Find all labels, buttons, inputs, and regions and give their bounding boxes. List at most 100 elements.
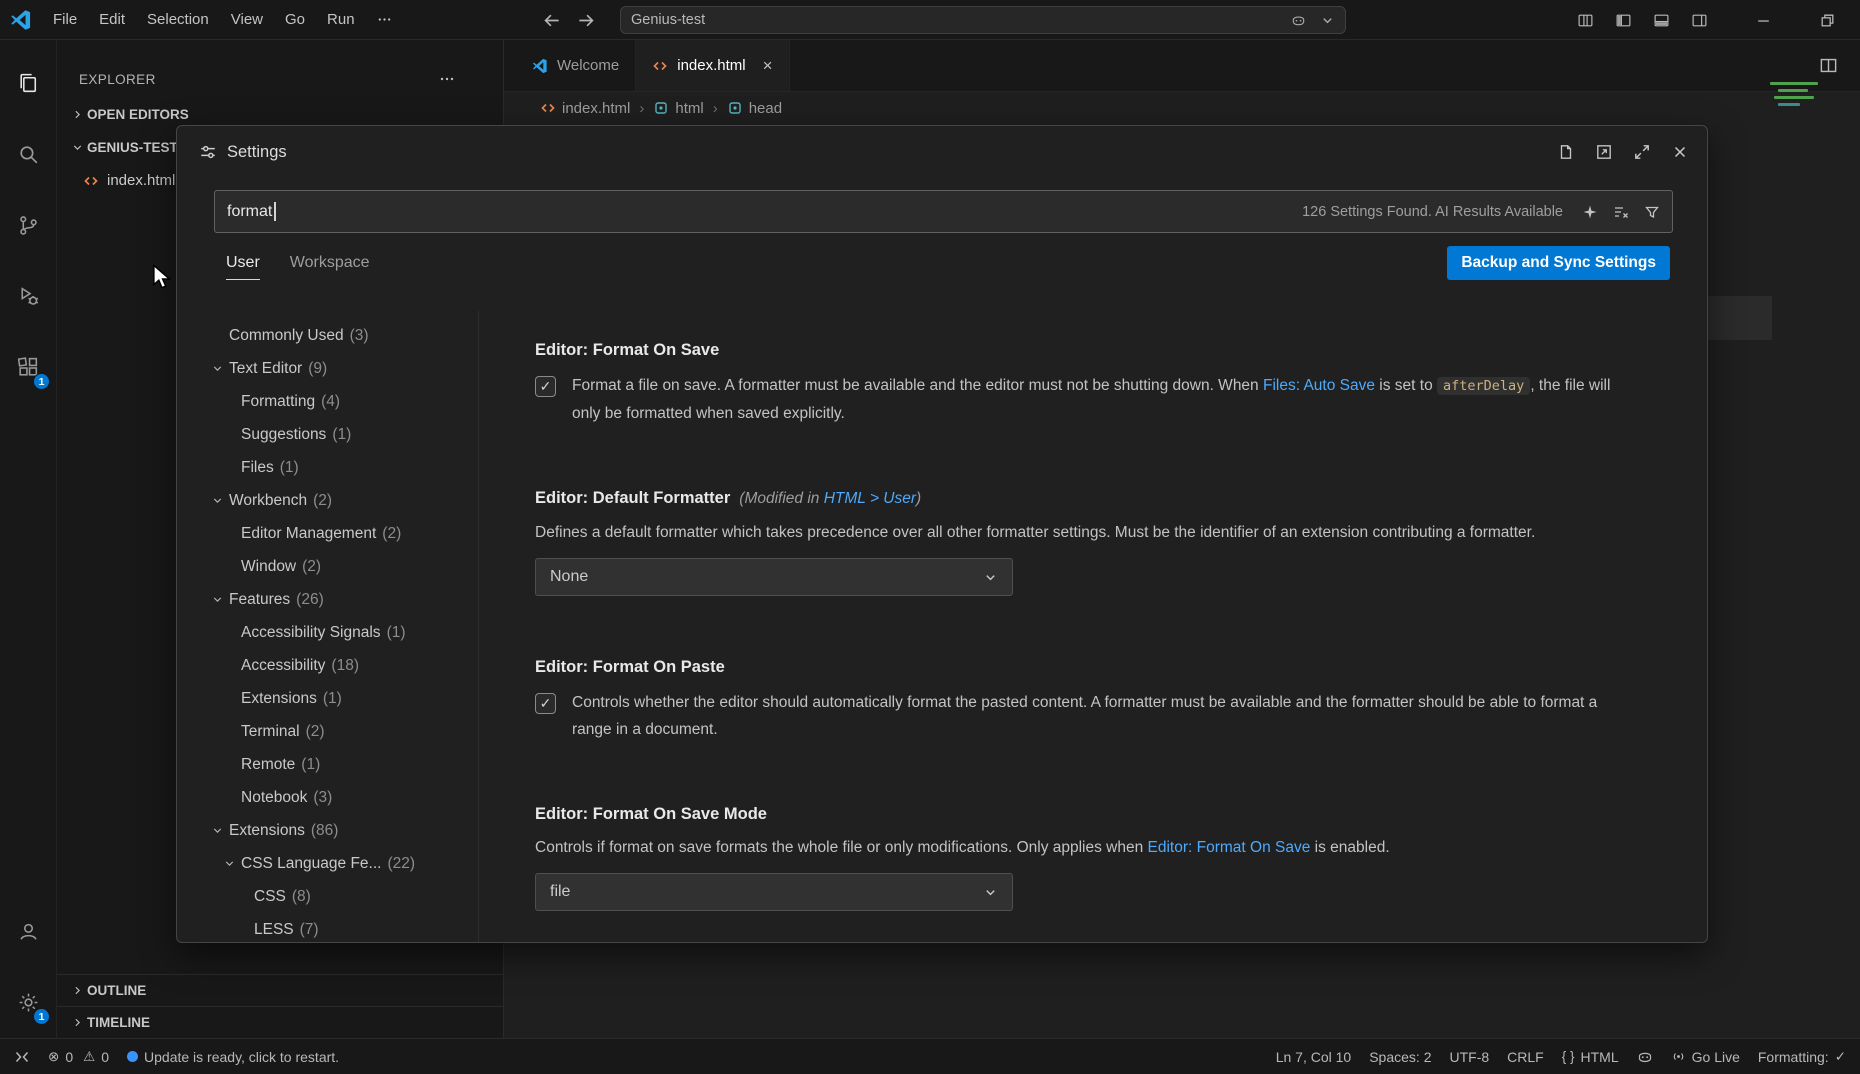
setting-link[interactable]: HTML > User bbox=[824, 490, 916, 507]
toc-files-1[interactable]: Files(1) bbox=[197, 451, 477, 484]
toc-formatting-4[interactable]: Formatting(4) bbox=[197, 385, 477, 418]
toc-css-8[interactable]: CSS(8) bbox=[197, 880, 477, 913]
tab-user[interactable]: User bbox=[226, 254, 260, 280]
toc-features-26[interactable]: Features(26) bbox=[197, 583, 477, 616]
breadcrumb-separator: › bbox=[713, 100, 718, 117]
close-settings-button[interactable] bbox=[1671, 143, 1689, 161]
breadcrumb: index.html › html › head bbox=[504, 92, 1860, 124]
remote-indicator[interactable] bbox=[14, 1049, 30, 1065]
activity-run-debug[interactable] bbox=[0, 261, 56, 332]
toc-terminal-2[interactable]: Terminal(2) bbox=[197, 715, 477, 748]
menu-run[interactable]: Run bbox=[316, 6, 366, 33]
chevron-down-icon[interactable] bbox=[1320, 13, 1335, 28]
tab-welcome[interactable]: Welcome bbox=[516, 40, 636, 91]
tab-workspace[interactable]: Workspace bbox=[290, 254, 370, 280]
settings-title: Settings bbox=[227, 143, 287, 162]
toc-accessibility-signals-1[interactable]: Accessibility Signals(1) bbox=[197, 616, 477, 649]
tab-index-html[interactable]: index.html× bbox=[636, 40, 789, 91]
text: is enabled. bbox=[1310, 839, 1389, 856]
setting-link[interactable]: Files: Auto Save bbox=[1263, 377, 1375, 394]
setting-link[interactable]: Editor: Format On Save bbox=[1148, 839, 1311, 856]
backup-sync-settings-button[interactable]: Backup and Sync Settings bbox=[1447, 246, 1670, 280]
setting-checkbox[interactable]: ✓ bbox=[535, 693, 556, 714]
editor-scrollbar[interactable] bbox=[1706, 296, 1772, 340]
activity-search[interactable] bbox=[0, 119, 56, 190]
toc-editor-management-2[interactable]: Editor Management(2) bbox=[197, 517, 477, 550]
activity-source-control[interactable] bbox=[0, 190, 56, 261]
menu-edit[interactable]: Edit bbox=[88, 6, 136, 33]
activity-bar-bottom: 1 bbox=[0, 896, 56, 1038]
toggle-primary-sidebar-button[interactable] bbox=[1604, 0, 1642, 40]
breadcrumb-item-head[interactable]: head bbox=[727, 100, 782, 117]
timeline-section[interactable]: TIMELINE bbox=[57, 1006, 503, 1038]
problems-status[interactable]: ⊗ 0 ⚠ 0 bbox=[48, 1049, 109, 1065]
toc-css-language-fe-22[interactable]: CSS Language Fe...(22) bbox=[197, 847, 477, 880]
encoding-status[interactable]: UTF-8 bbox=[1449, 1049, 1489, 1065]
menu-go[interactable]: Go bbox=[274, 6, 316, 33]
setting-description: Format a file on save. A formatter must … bbox=[572, 372, 1634, 427]
activity-settings-gear[interactable]: 1 bbox=[0, 967, 56, 1038]
toc-remote-1[interactable]: Remote(1) bbox=[197, 748, 477, 781]
breadcrumb-separator: › bbox=[639, 100, 644, 117]
activity-accounts[interactable] bbox=[0, 896, 56, 967]
toc-accessibility-18[interactable]: Accessibility(18) bbox=[197, 649, 477, 682]
toggle-panel-button[interactable] bbox=[1642, 0, 1680, 40]
badge: 1 bbox=[33, 373, 50, 390]
setting-body: ✓Controls whether the editor should auto… bbox=[535, 689, 1635, 743]
settings-search-input[interactable]: format 126 Settings Found. AI Results Av… bbox=[214, 190, 1673, 233]
activity-extensions[interactable]: 1 bbox=[0, 332, 56, 403]
forward-button[interactable] bbox=[577, 11, 596, 30]
toc-less-7[interactable]: LESS(7) bbox=[197, 913, 477, 943]
toggle-secondary-sidebar-button[interactable] bbox=[1680, 0, 1718, 40]
toc-suggestions-1[interactable]: Suggestions(1) bbox=[197, 418, 477, 451]
menu-more-button[interactable] bbox=[366, 7, 403, 32]
toc-extensions-86[interactable]: Extensions(86) bbox=[197, 814, 477, 847]
command-center[interactable]: Genius-test bbox=[620, 6, 1346, 34]
filter-settings-button[interactable] bbox=[1644, 204, 1660, 220]
move-editor-button[interactable] bbox=[1595, 143, 1613, 161]
text: Format a file on save. A formatter must … bbox=[572, 377, 1263, 394]
split-editor-button[interactable] bbox=[1819, 56, 1838, 75]
breadcrumb-item-html[interactable]: html bbox=[653, 100, 703, 117]
menu-view[interactable]: View bbox=[220, 6, 274, 33]
toc-text-editor-9[interactable]: Text Editor(9) bbox=[197, 352, 477, 385]
close-tab-button[interactable]: × bbox=[763, 56, 773, 76]
outline-section[interactable]: OUTLINE bbox=[57, 974, 503, 1006]
toc-label: Editor Management bbox=[241, 525, 376, 543]
open-settings-json-button[interactable] bbox=[1557, 143, 1575, 161]
menu-selection[interactable]: Selection bbox=[136, 6, 220, 33]
indentation-status[interactable]: Spaces: 2 bbox=[1369, 1049, 1431, 1065]
setting-dropdown[interactable]: None bbox=[535, 558, 1013, 596]
cursor-position[interactable]: Ln 7, Col 10 bbox=[1276, 1049, 1352, 1065]
update-status[interactable]: Update is ready, click to restart. bbox=[127, 1049, 339, 1065]
toc-window-2[interactable]: Window(2) bbox=[197, 550, 477, 583]
language-mode[interactable]: { } HTML bbox=[1562, 1049, 1619, 1065]
setting-category: Editor: bbox=[535, 805, 593, 823]
activity-bar: 1 1 bbox=[0, 40, 57, 1038]
back-button[interactable] bbox=[542, 11, 561, 30]
copilot-icon[interactable] bbox=[1291, 13, 1306, 28]
activity-explorer[interactable] bbox=[0, 48, 56, 119]
toc-workbench-2[interactable]: Workbench(2) bbox=[197, 484, 477, 517]
ai-search-button[interactable] bbox=[1582, 204, 1598, 220]
explorer-actions-button[interactable] bbox=[439, 71, 455, 87]
customize-layout-button[interactable] bbox=[1566, 0, 1604, 40]
minimize-button[interactable] bbox=[1744, 0, 1782, 40]
formatting-status[interactable]: Formatting: ✓ bbox=[1758, 1049, 1846, 1065]
braces-icon: { } bbox=[1562, 1049, 1575, 1064]
toc-label: Remote bbox=[241, 756, 295, 774]
breadcrumb-item-index-html[interactable]: index.html bbox=[540, 100, 630, 117]
setting-checkbox[interactable]: ✓ bbox=[535, 376, 556, 397]
toc-notebook-3[interactable]: Notebook(3) bbox=[197, 781, 477, 814]
clear-search-button[interactable] bbox=[1613, 204, 1629, 220]
outline-label: OUTLINE bbox=[87, 983, 146, 998]
menu-file[interactable]: File bbox=[42, 6, 88, 33]
restore-window-button[interactable] bbox=[1808, 0, 1846, 40]
maximize-panel-button[interactable] bbox=[1633, 143, 1651, 161]
toc-commonly-used-3[interactable]: Commonly Used(3) bbox=[197, 319, 477, 352]
go-live-button[interactable]: Go Live bbox=[1671, 1049, 1740, 1065]
copilot-status[interactable] bbox=[1637, 1049, 1653, 1065]
eol-status[interactable]: CRLF bbox=[1507, 1049, 1544, 1065]
toc-extensions-1[interactable]: Extensions(1) bbox=[197, 682, 477, 715]
setting-dropdown[interactable]: file bbox=[535, 873, 1013, 911]
